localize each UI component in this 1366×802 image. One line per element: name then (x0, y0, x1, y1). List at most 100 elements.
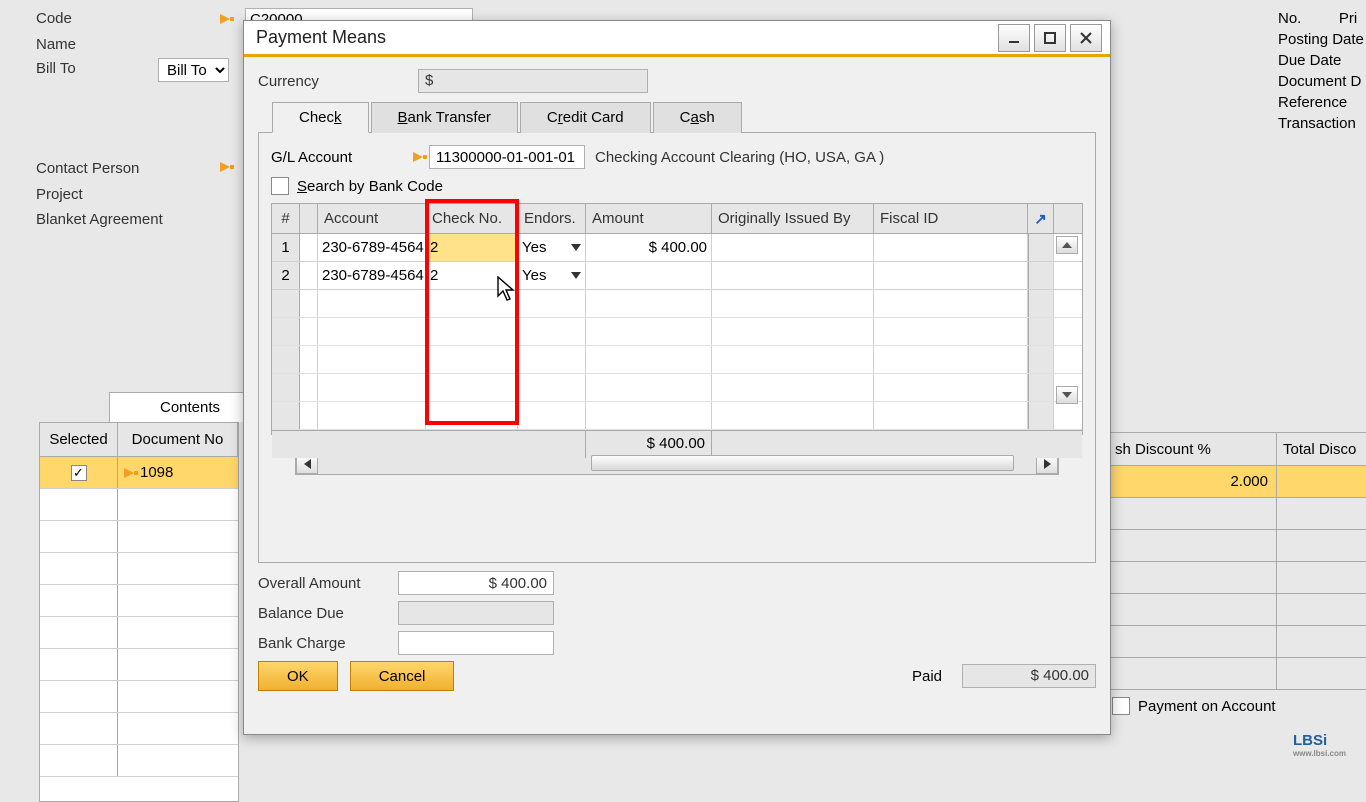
grid-cell-account[interactable]: 230-6789-4564 (318, 234, 426, 261)
grid-cell-checkno[interactable]: 2 (426, 262, 518, 289)
hscroll-thumb[interactable] (591, 455, 1015, 471)
payment-on-account-checkbox[interactable] (1112, 697, 1130, 715)
grid-col-account[interactable]: Account (318, 204, 426, 233)
billto-select[interactable]: Bill To (158, 58, 229, 82)
blanket-agreement-label: Blanket Agreement (36, 211, 163, 228)
grid-cell-amount[interactable] (586, 262, 712, 289)
contents-row-empty (40, 521, 238, 553)
grid-cell-endors[interactable]: Yes (518, 234, 586, 261)
contents-grid: Selected Document No 1098 (39, 422, 239, 802)
ok-button[interactable]: OK (258, 661, 338, 691)
grid-col-checkno[interactable]: Check No. (426, 204, 518, 233)
tab-credit-card[interactable]: Credit Card (520, 102, 651, 133)
contents-row[interactable]: 1098 (40, 457, 238, 489)
dropdown-icon (571, 244, 581, 251)
grid-row-num[interactable]: 2 (272, 262, 300, 289)
grid-col-endors[interactable]: Endors. (518, 204, 586, 233)
grid-row-empty: . (272, 290, 1082, 318)
name-label: Name (36, 36, 76, 53)
grid-cell-fiscal[interactable] (874, 262, 1028, 289)
grid-row-empty: . (272, 402, 1082, 430)
right-cashdisc-val[interactable]: 2.000 (1109, 466, 1277, 497)
grid-row-empty: . (272, 374, 1082, 402)
tab-bank-transfer[interactable]: Bank Transfer (371, 102, 518, 133)
maximize-button[interactable] (1034, 24, 1066, 52)
bg-trans-label: Transaction (1278, 115, 1366, 132)
contents-col-selected[interactable]: Selected (40, 423, 118, 456)
grid-col-num[interactable]: # (272, 204, 300, 233)
chevron-up-icon (1062, 242, 1072, 248)
grid-expand-button[interactable]: ↗ (1028, 204, 1054, 233)
contents-row-checkbox[interactable] (71, 465, 87, 481)
contents-row-empty (40, 649, 238, 681)
search-by-bank-code-label: Search by Bank Code (297, 178, 443, 195)
tab-check[interactable]: Check (272, 102, 369, 133)
gl-account-description: Checking Account Clearing (HO, USA, GA ) (595, 149, 884, 166)
dialog-title: Payment Means (252, 27, 994, 48)
bg-no-label: No. (1278, 10, 1301, 27)
docno-link-arrow-icon[interactable] (122, 464, 140, 482)
contents-row-empty (40, 745, 238, 777)
right-totaldisc-val[interactable] (1277, 466, 1366, 497)
bg-doc-label: Document D (1278, 73, 1366, 90)
grid-cell-checkno[interactable]: 2 (426, 234, 518, 261)
grid-cell-orig[interactable] (712, 234, 874, 261)
contents-row-empty (40, 713, 238, 745)
grid-row-num[interactable]: 1 (272, 234, 300, 261)
contact-person-label: Contact Person (36, 160, 139, 177)
overall-amount-label: Overall Amount (258, 575, 398, 592)
chevron-left-icon (304, 459, 311, 469)
bank-charge-label: Bank Charge (258, 635, 398, 652)
bg-due-label: Due Date (1278, 52, 1366, 69)
gl-account-link-arrow-icon[interactable] (411, 148, 429, 166)
grid-cell-amount[interactable]: $ 400.00 (586, 234, 712, 261)
contents-row-empty (40, 617, 238, 649)
grid-col-orig[interactable]: Originally Issued By (712, 204, 874, 233)
code-link-arrow-icon[interactable] (218, 10, 236, 28)
grid-col-amount[interactable]: Amount (586, 204, 712, 233)
overall-amount-input[interactable] (398, 571, 554, 595)
grid-scroll-down-button[interactable] (1056, 386, 1078, 404)
currency-label: Currency (258, 73, 418, 90)
titlebar[interactable]: Payment Means (244, 21, 1110, 57)
grid-cell-account[interactable]: 230-6789-4564 (318, 262, 426, 289)
contents-row-docno: 1098 (140, 464, 173, 481)
contents-row-empty (40, 681, 238, 713)
grid-scroll-up-button[interactable] (1056, 236, 1078, 254)
project-label: Project (36, 186, 83, 203)
bank-charge-input[interactable] (398, 631, 554, 655)
cancel-button[interactable]: Cancel (350, 661, 455, 691)
payment-means-dialog: Payment Means Currency $ Check Bank Tran… (243, 20, 1111, 735)
paid-label: Paid (912, 668, 942, 685)
grid-hscrollbar[interactable] (295, 453, 1059, 475)
grid-cell-fiscal[interactable] (874, 234, 1028, 261)
close-button[interactable] (1070, 24, 1102, 52)
chevron-right-icon (1044, 459, 1051, 469)
billto-label: Bill To (36, 60, 76, 77)
currency-field: $ (418, 69, 648, 93)
dropdown-icon (571, 272, 581, 279)
grid-row[interactable]: 2 230-6789-4564 2 Yes (272, 262, 1082, 290)
chevron-down-icon (1062, 392, 1072, 398)
grid-cell-orig[interactable] (712, 262, 874, 289)
balance-due-field (398, 601, 554, 625)
grid-cell-endors[interactable]: Yes (518, 262, 586, 289)
search-by-bank-code-checkbox[interactable] (271, 177, 289, 195)
gl-account-input[interactable] (429, 145, 585, 169)
bg-ref-label: Reference (1278, 94, 1366, 111)
balance-due-label: Balance Due (258, 605, 398, 622)
tab-cash[interactable]: Cash (653, 102, 742, 133)
right-col-totaldisc[interactable]: Total Disco (1277, 433, 1366, 465)
grid-row-empty: . (272, 318, 1082, 346)
contents-row-empty (40, 489, 238, 521)
grid-row[interactable]: 1 230-6789-4564 2 Yes $ 400.00 (272, 234, 1082, 262)
expand-icon: ↗ (1034, 210, 1047, 228)
minimize-button[interactable] (998, 24, 1030, 52)
contact-link-arrow-icon[interactable] (218, 158, 236, 176)
contents-col-docno[interactable]: Document No (118, 423, 238, 456)
right-col-cashdisc[interactable]: sh Discount % (1109, 433, 1277, 465)
grid-col-fiscal[interactable]: Fiscal ID (874, 204, 1028, 233)
grid-col-blank (300, 204, 318, 233)
checks-grid: # Account Check No. Endors. Amount Origi… (271, 203, 1083, 435)
grid-row-empty: . (272, 346, 1082, 374)
